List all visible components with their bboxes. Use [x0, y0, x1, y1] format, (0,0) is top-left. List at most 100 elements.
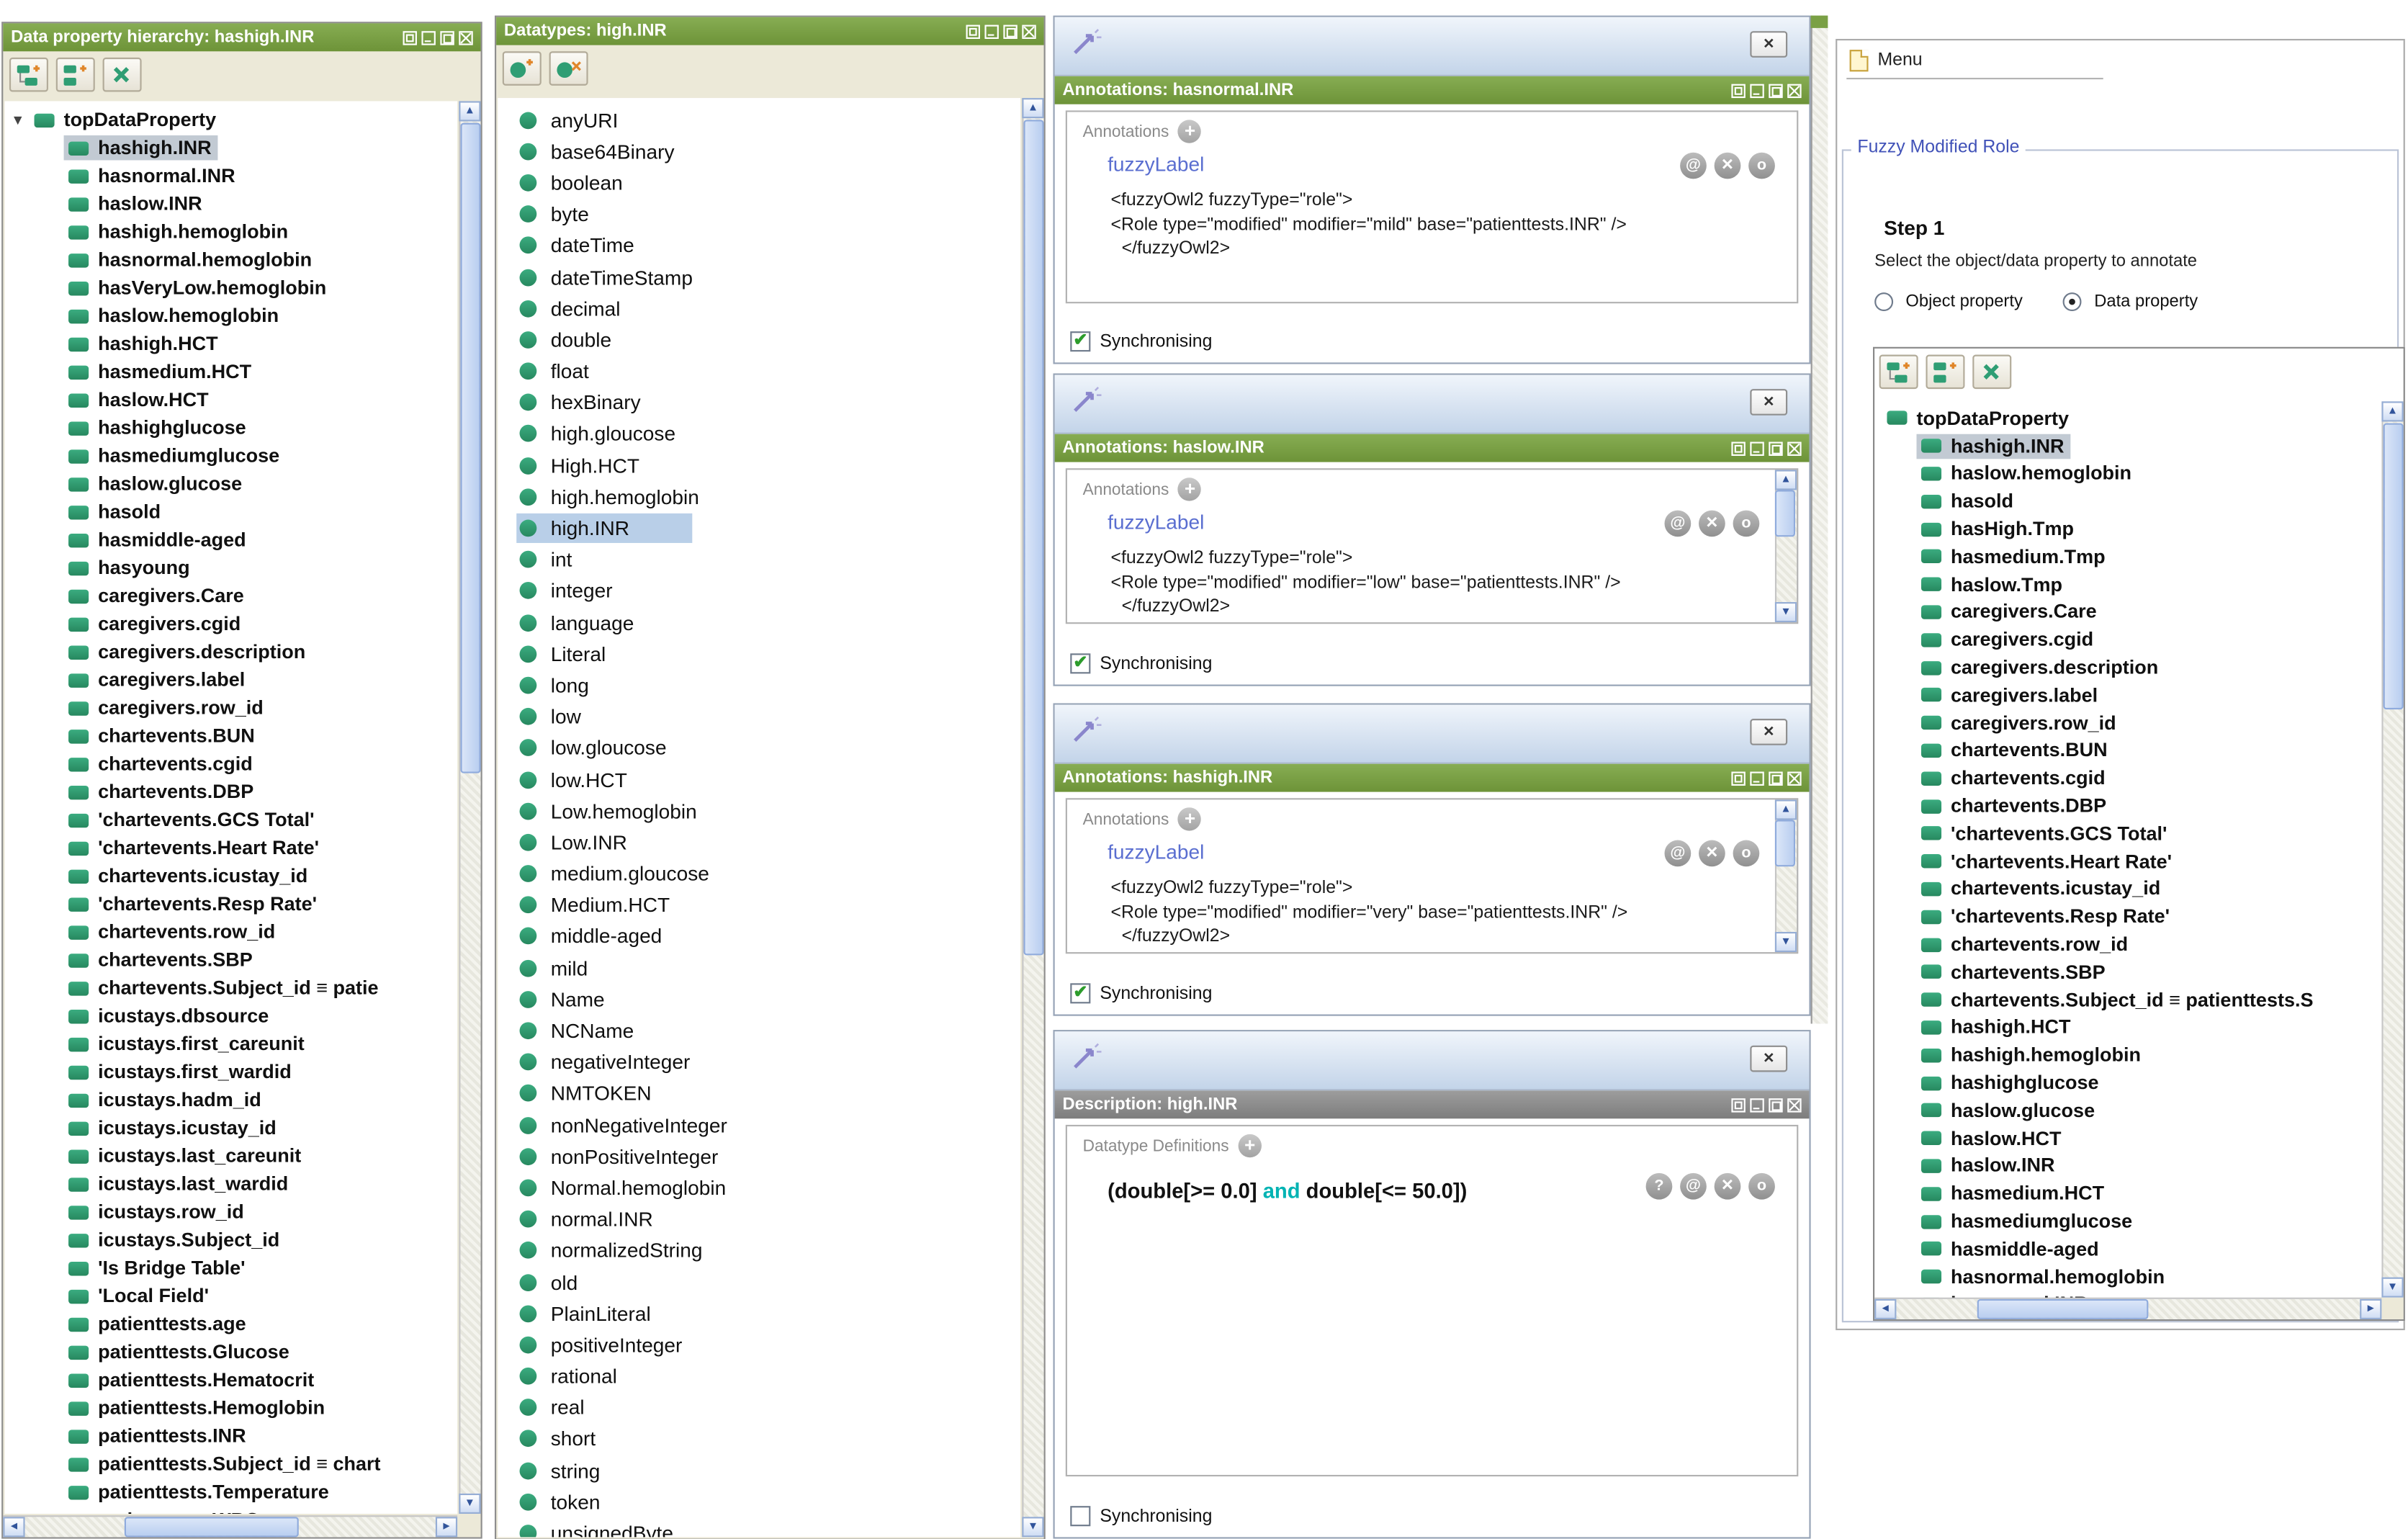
tree-item[interactable]: hasmediumglucose: [4, 442, 457, 470]
tree-item[interactable]: icustays.first_wardid: [4, 1058, 457, 1086]
tree-item[interactable]: chartevents.SBP: [1876, 959, 2381, 986]
delete-property-button[interactable]: [103, 58, 142, 92]
tree-item[interactable]: caregivers.description: [1876, 654, 2381, 681]
tree-item[interactable]: haslow.INR: [1876, 1152, 2381, 1180]
tree-item[interactable]: hasnormal.INR: [4, 162, 457, 190]
explain-button[interactable]: ?: [1646, 1173, 1673, 1200]
tree-item[interactable]: 'chartevents.Heart Rate': [1876, 848, 2381, 875]
tree-item[interactable]: 'chartevents.GCS Total': [4, 806, 457, 834]
scroll-down-icon[interactable]: ▼: [1775, 932, 1797, 952]
datatype-item[interactable]: high.hemoglobin: [498, 481, 1020, 513]
close-view-icon[interactable]: [1787, 441, 1801, 454]
horizontal-scrollbar[interactable]: ◄ ►: [3, 1515, 457, 1537]
minimize-view-icon[interactable]: [1750, 441, 1764, 454]
close-view-icon[interactable]: [1787, 771, 1801, 784]
scroll-thumb[interactable]: [1775, 820, 1795, 866]
data-property-radio-label[interactable]: Data property: [2094, 292, 2198, 311]
add-annotation-button[interactable]: +: [1178, 807, 1201, 830]
annotate-button[interactable]: @: [1680, 153, 1707, 179]
datatype-item[interactable]: Medium.HCT: [498, 889, 1020, 921]
datatype-item[interactable]: decimal: [498, 292, 1020, 324]
vertical-scrollbar[interactable]: ▲ ▼: [459, 101, 480, 1514]
tree-item[interactable]: icustays.dbsource: [4, 1002, 457, 1030]
tree-item[interactable]: hashigh.INR: [4, 134, 457, 162]
tree-item[interactable]: hasmediumglucose: [1876, 1208, 2381, 1235]
datatype-item[interactable]: nonNegativeInteger: [498, 1109, 1020, 1141]
tree-item[interactable]: patienttests.Subject_id ≡ chart: [4, 1450, 457, 1478]
annotate-button[interactable]: @: [1665, 840, 1692, 867]
edit-definition-button[interactable]: o: [1748, 1173, 1775, 1200]
add-datatype-button[interactable]: [503, 51, 542, 86]
add-sibling-property-button[interactable]: [56, 58, 95, 92]
tree-item[interactable]: haslow.HCT: [1876, 1124, 2381, 1152]
scroll-thumb[interactable]: [1977, 1299, 2149, 1319]
tree-item[interactable]: haslow.hemoglobin: [4, 302, 457, 330]
maximize-view-icon[interactable]: [440, 30, 454, 44]
datatype-item[interactable]: high.INR: [498, 513, 1020, 544]
edit-annotation-button[interactable]: o: [1748, 153, 1775, 179]
vertical-scrollbar[interactable]: ▲ ▼: [1022, 98, 1043, 1537]
scroll-up-icon[interactable]: ▲: [2381, 401, 2403, 421]
close-window-button[interactable]: ✕: [1750, 719, 1787, 745]
tree-item[interactable]: chartevents.BUN: [4, 722, 457, 750]
datatype-item[interactable]: NCName: [498, 1015, 1020, 1046]
close-view-icon[interactable]: [1787, 1098, 1801, 1111]
tree-item[interactable]: chartevents.BUN: [1876, 737, 2381, 764]
tree-item[interactable]: chartevents.cgid: [1876, 764, 2381, 791]
datatype-item[interactable]: language: [498, 607, 1020, 639]
datatype-item[interactable]: dateTime: [498, 230, 1020, 261]
scroll-thumb[interactable]: [1023, 120, 1043, 954]
maximize-view-icon[interactable]: [1769, 771, 1782, 784]
datatype-item[interactable]: double: [498, 324, 1020, 356]
synchronising-checkbox[interactable]: ✔: [1070, 1506, 1090, 1526]
tree-item[interactable]: icustays.last_wardid: [4, 1170, 457, 1198]
tree-item[interactable]: chartevents.icustay_id: [4, 862, 457, 890]
tree-item[interactable]: patienttests.age: [4, 1310, 457, 1338]
edit-annotation-button[interactable]: o: [1733, 840, 1760, 867]
delete-property-button[interactable]: [1972, 355, 2011, 390]
tree-item[interactable]: chartevents.SBP: [4, 946, 457, 974]
maximize-view-icon[interactable]: [1769, 1098, 1782, 1111]
close-view-icon[interactable]: [1787, 84, 1801, 97]
data-property-radio[interactable]: [2063, 292, 2082, 311]
datatype-item[interactable]: high.gloucose: [498, 418, 1020, 450]
tree-item[interactable]: hasVeryLow.hemoglobin: [4, 274, 457, 302]
annotation-property-label[interactable]: fuzzyLabel: [1108, 153, 1204, 176]
tree-root-item[interactable]: topDataProperty: [1876, 405, 2381, 432]
annotate-button[interactable]: @: [1665, 511, 1692, 537]
close-window-button[interactable]: ✕: [1750, 1046, 1787, 1072]
tree-item[interactable]: hasold: [4, 498, 457, 526]
scroll-up-icon[interactable]: ▲: [1775, 799, 1797, 820]
delete-definition-button[interactable]: ✕: [1715, 1173, 1741, 1200]
datatype-item[interactable]: dateTimeStamp: [498, 261, 1020, 293]
maximize-view-icon[interactable]: [1769, 441, 1782, 454]
tree-item[interactable]: 'chartevents.Resp Rate': [1876, 903, 2381, 930]
tree-item[interactable]: hashigh.HCT: [1876, 1014, 2381, 1041]
tree-item[interactable]: patienttests.INR: [4, 1422, 457, 1450]
tree-item[interactable]: hashigh.INR: [1876, 432, 2381, 459]
float-view-icon[interactable]: [1731, 441, 1745, 454]
datatype-item[interactable]: PlainLiteral: [498, 1298, 1020, 1329]
datatype-item[interactable]: Name: [498, 984, 1020, 1015]
close-window-button[interactable]: ✕: [1750, 389, 1787, 416]
scroll-up-icon[interactable]: ▲: [1022, 98, 1043, 118]
horizontal-scrollbar[interactable]: ◄ ►: [1874, 1298, 2381, 1319]
annotation-value[interactable]: <fuzzyOwl2 fuzzyType="role"> <Role type=…: [1110, 877, 1627, 949]
scroll-thumb[interactable]: [125, 1517, 299, 1537]
annotation-value[interactable]: <fuzzyOwl2 fuzzyType="role"> <Role type=…: [1110, 547, 1620, 619]
scroll-right-icon[interactable]: ►: [436, 1517, 457, 1537]
datatype-item[interactable]: hexBinary: [498, 387, 1020, 418]
tree-item[interactable]: chartevents.cgid: [4, 750, 457, 778]
scroll-thumb[interactable]: [1775, 490, 1795, 537]
scroll-down-icon[interactable]: ▼: [1022, 1517, 1043, 1537]
synchronising-checkbox[interactable]: ✔: [1070, 983, 1090, 1003]
tree-item[interactable]: patienttests.Hemoglobin: [4, 1394, 457, 1422]
datatype-item[interactable]: boolean: [498, 167, 1020, 199]
tree-item[interactable]: hashighglucose: [4, 414, 457, 442]
tree-item[interactable]: patienttests.WBC: [4, 1506, 457, 1514]
datatype-definition-expression[interactable]: (double[>= 0.0] and double[<= 50.0]): [1108, 1180, 1467, 1203]
annotation-property-label[interactable]: fuzzyLabel: [1108, 840, 1204, 863]
maximize-view-icon[interactable]: [1769, 84, 1782, 97]
datatype-item[interactable]: integer: [498, 575, 1020, 607]
annotation-value[interactable]: <fuzzyOwl2 fuzzyType="role"> <Role type=…: [1110, 190, 1626, 262]
